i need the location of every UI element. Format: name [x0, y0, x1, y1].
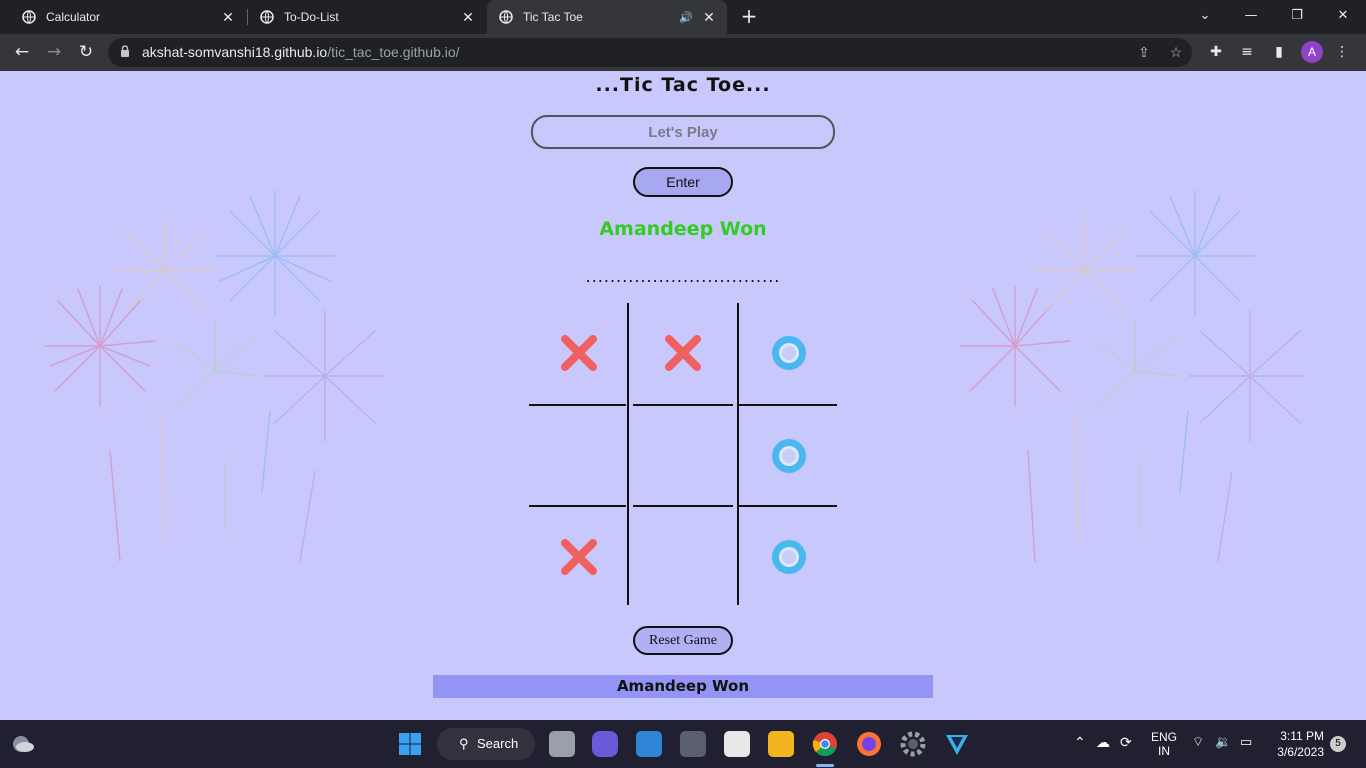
onedrive-cloud-icon[interactable]: ☁: [1096, 734, 1110, 751]
board-cell-4[interactable]: [529, 406, 629, 506]
minimize-button[interactable]: —: [1228, 0, 1274, 34]
tab-todo-list[interactable]: To-Do-List ✕: [248, 0, 486, 34]
x-mark-icon: [561, 539, 597, 575]
game-board: [529, 303, 839, 605]
board-cell-6[interactable]: [739, 406, 839, 506]
page-content: ...Tic Tac Toe... Enter Amandeep Won ...…: [0, 71, 1366, 720]
share-icon[interactable]: ⇪: [1135, 43, 1153, 61]
windows-start-icon[interactable]: [398, 732, 422, 756]
active-app-indicator: [816, 764, 834, 767]
chevron-down-icon[interactable]: ⌄: [1182, 0, 1228, 34]
clock-time: 3:11 PM: [1280, 729, 1324, 743]
language-indicator[interactable]: ENG IN: [1151, 730, 1177, 758]
board-cell-9[interactable]: [739, 507, 839, 607]
chevron-up-icon[interactable]: ⌃: [1074, 734, 1086, 751]
battery-icon[interactable]: ▭: [1240, 734, 1252, 750]
globe-icon: [499, 10, 513, 24]
chrome-icon[interactable]: [812, 731, 838, 757]
mail-icon[interactable]: [636, 731, 662, 757]
speaker-icon[interactable]: 🔊: [679, 11, 693, 24]
restore-button[interactable]: ❐: [1274, 0, 1320, 34]
winner-message: Amandeep Won: [599, 218, 767, 240]
wifi-icon[interactable]: ⌔: [1192, 734, 1204, 750]
tab-label: Tic Tac Toe: [523, 10, 583, 24]
x-mark-icon: [665, 335, 701, 371]
player-name-input[interactable]: [531, 115, 835, 149]
footer-status-bar: Amandeep Won: [433, 675, 933, 698]
url-text: akshat-somvanshi18.github.io/tic_tac_toe…: [142, 44, 460, 60]
globe-icon: [260, 10, 274, 24]
reload-button[interactable]: ↻: [73, 39, 99, 65]
side-panel-icon[interactable]: ▮: [1269, 42, 1289, 62]
board-cell-3[interactable]: [739, 303, 839, 403]
lock-icon[interactable]: [120, 45, 130, 58]
board-cell-7[interactable]: [529, 507, 629, 607]
browser-tab-bar: Calculator ✕ To-Do-List ✕ Tic Tac Toe 🔊 …: [0, 0, 1366, 34]
language-region: IN: [1158, 744, 1170, 758]
o-mark-icon: [772, 439, 806, 473]
weather-icon[interactable]: [10, 732, 36, 756]
board-cell-5[interactable]: [633, 406, 733, 506]
teams-chat-icon[interactable]: [592, 731, 618, 757]
search-icon: ⚲: [459, 736, 469, 751]
tab-calculator[interactable]: Calculator ✕: [0, 0, 246, 34]
globe-icon: [22, 10, 36, 24]
address-bar[interactable]: akshat-somvanshi18.github.io/tic_tac_toe…: [108, 38, 1192, 67]
taskbar-search-box[interactable]: ⚲ Search: [437, 728, 535, 760]
enter-button[interactable]: Enter: [633, 167, 733, 197]
close-window-button[interactable]: ✕: [1320, 0, 1366, 34]
settings-gear-icon[interactable]: [900, 731, 926, 757]
x-mark-icon: [561, 335, 597, 371]
notification-badge[interactable]: 5: [1330, 736, 1346, 752]
media-queue-icon[interactable]: ≡: [1237, 42, 1257, 62]
sync-icon[interactable]: ⟳: [1120, 734, 1132, 751]
clock-date: 3/6/2023: [1277, 745, 1324, 759]
board-cell-8[interactable]: [633, 507, 733, 607]
close-icon[interactable]: ✕: [220, 9, 236, 26]
file-explorer-icon[interactable]: [768, 731, 794, 757]
task-view-icon[interactable]: [549, 731, 575, 757]
os-taskbar: ⚲ Search ⌃ ☁ ⟳ ENG IN ⌔ 🔉 ▭ 3:11 PM 3/6/…: [0, 720, 1366, 768]
browser-toolbar: ← → ↻ akshat-somvanshi18.github.io/tic_t…: [0, 34, 1366, 71]
url-path: /tic_tac_toe.github.io/: [327, 44, 460, 60]
new-tab-button[interactable]: +: [738, 5, 760, 27]
close-icon[interactable]: ✕: [460, 9, 476, 26]
o-mark-icon: [772, 336, 806, 370]
volume-icon[interactable]: 🔉: [1215, 734, 1231, 750]
star-icon[interactable]: ☆: [1167, 43, 1185, 61]
clock[interactable]: 3:11 PM 3/6/2023: [1272, 729, 1324, 759]
tab-tic-tac-toe[interactable]: Tic Tac Toe 🔊 ✕: [487, 0, 727, 34]
taskbar-search-label: Search: [477, 736, 519, 751]
back-button[interactable]: ←: [9, 39, 35, 65]
vscode-like-app-icon[interactable]: [944, 731, 970, 757]
o-mark-icon: [772, 540, 806, 574]
microsoft-store-icon[interactable]: [724, 731, 750, 757]
tab-label: Calculator: [46, 10, 101, 24]
avatar[interactable]: A: [1301, 41, 1323, 63]
close-icon[interactable]: ✕: [701, 9, 717, 26]
language-code: ENG: [1151, 730, 1178, 744]
dotted-separator: ................................: [585, 267, 781, 286]
board-cell-1[interactable]: [529, 303, 629, 403]
extensions-icon[interactable]: ✚: [1206, 42, 1226, 62]
calculator-app-icon[interactable]: [680, 731, 706, 757]
reset-game-button[interactable]: Reset Game: [633, 626, 733, 655]
url-host: akshat-somvanshi18.github.io: [142, 44, 328, 60]
page-title: ...Tic Tac Toe...: [595, 74, 771, 96]
tab-label: To-Do-List: [284, 10, 339, 24]
board-cell-2[interactable]: [633, 303, 733, 403]
firefox-icon[interactable]: [856, 731, 882, 757]
menu-icon[interactable]: ⋮: [1332, 42, 1352, 62]
forward-button[interactable]: →: [41, 39, 67, 65]
